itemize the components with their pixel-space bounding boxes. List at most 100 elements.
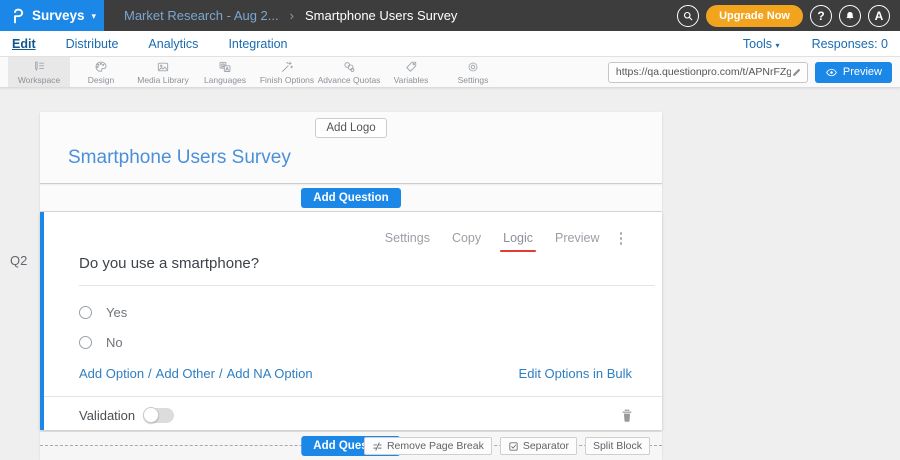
toolbar-item-label: Advance Quotas (318, 75, 381, 85)
add-logo-button[interactable]: Add Logo (315, 118, 386, 138)
edit-pencil-icon[interactable] (791, 67, 802, 78)
breadcrumb: Market Research - Aug 2... › Smartphone … (124, 8, 457, 23)
toolbar-item-advance-quotas[interactable]: Advance Quotas (318, 57, 380, 87)
tab-analytics[interactable]: Analytics (148, 37, 198, 51)
tag-icon (404, 60, 418, 74)
help-button[interactable]: ? (810, 5, 832, 27)
survey-nav-links: Edit Distribute Analytics Integration (12, 37, 288, 51)
toolbar-right: Preview (608, 57, 900, 87)
question-tab-copy[interactable]: Copy (452, 231, 481, 245)
toolbar-item-label: Languages (204, 75, 246, 85)
remove-page-break-label: Remove Page Break (387, 440, 484, 452)
remove-page-break-button[interactable]: Remove Page Break (364, 437, 492, 455)
gear-icon (466, 60, 480, 74)
page-break-strip: Add Question Remove Page Break (40, 432, 662, 460)
question-tabs: Settings Copy Logic Preview (44, 212, 662, 247)
topbar-actions: Upgrade Now ? A (677, 5, 900, 27)
magic-wand-icon (280, 60, 294, 74)
separator-label: Separator (523, 440, 569, 452)
validation-toggle[interactable] (144, 408, 174, 423)
search-button[interactable] (677, 5, 699, 27)
toolbar-item-label: Variables (394, 75, 429, 85)
edit-options-in-bulk-link[interactable]: Edit Options in Bulk (519, 366, 632, 381)
separator-button[interactable]: Separator (500, 437, 577, 455)
toolbar-item-design[interactable]: Design (70, 57, 132, 87)
image-icon (156, 60, 170, 74)
survey-url-input[interactable] (616, 66, 791, 78)
trash-icon (620, 408, 634, 424)
product-switcher[interactable]: Surveys ▾ (0, 0, 104, 31)
breadcrumb-current: Smartphone Users Survey (305, 8, 457, 23)
caret-down-icon: ▾ (776, 41, 780, 50)
toolbar-item-variables[interactable]: Variables (380, 57, 442, 87)
toolbar-item-settings[interactable]: Settings (442, 57, 504, 87)
tab-edit[interactable]: Edit (12, 37, 36, 51)
editor-toolbar: Workspace Design Media Library (0, 57, 900, 88)
survey-nav: Edit Distribute Analytics Integration To… (0, 31, 900, 57)
toolbar-item-languages[interactable]: Languages (194, 57, 256, 87)
radio-option-yes[interactable] (79, 306, 92, 319)
survey-canvas: Q2 Add Logo Smartphone Users Survey Add … (0, 88, 900, 460)
toolbar-item-finish-options[interactable]: Finish Options (256, 57, 318, 87)
tools-menu[interactable]: Tools ▾ (743, 37, 780, 51)
eye-icon (825, 66, 838, 79)
survey-nav-right: Tools ▾ Responses: 0 (743, 37, 888, 51)
toolbar-item-workspace[interactable]: Workspace (8, 57, 70, 87)
notifications-button[interactable] (839, 5, 861, 27)
question-tab-settings[interactable]: Settings (385, 231, 430, 245)
add-na-option-link[interactable]: Add NA Option (227, 366, 313, 381)
checkbox-checked-icon (508, 441, 519, 452)
split-block-button[interactable]: Split Block (585, 437, 650, 455)
answer-option-row: Yes (79, 303, 662, 323)
survey-url-box (608, 62, 808, 83)
question-text[interactable]: Do you use a smartphone? (79, 255, 655, 286)
option-label[interactable]: Yes (106, 305, 127, 320)
option-label[interactable]: No (106, 335, 123, 350)
question-number: Q2 (10, 253, 27, 268)
toolbar-item-label: Settings (458, 75, 489, 85)
survey-title[interactable]: Smartphone Users Survey (68, 147, 662, 169)
toolbar-item-label: Design (88, 75, 114, 85)
toolbar-item-media-library[interactable]: Media Library (132, 57, 194, 87)
search-icon (682, 10, 694, 22)
question-tab-logic[interactable]: Logic (503, 231, 533, 245)
tab-integration[interactable]: Integration (228, 37, 287, 51)
validation-label: Validation (79, 408, 135, 423)
question-mark-icon: ? (817, 9, 824, 23)
upgrade-button[interactable]: Upgrade Now (706, 5, 803, 27)
chain-links-icon (342, 60, 356, 74)
split-block-label: Split Block (593, 440, 642, 452)
delete-question-button[interactable] (620, 408, 634, 424)
breadcrumb-parent[interactable]: Market Research - Aug 2... (124, 8, 279, 23)
responses-count[interactable]: Responses: 0 (812, 37, 888, 51)
avatar[interactable]: A (868, 5, 890, 27)
add-question-button-top[interactable]: Add Question (301, 188, 400, 208)
answer-option-row: No (79, 333, 662, 353)
avatar-initial: A (875, 9, 884, 23)
toolbar-item-label: Media Library (137, 75, 189, 85)
add-other-link[interactable]: Add Other (156, 366, 215, 381)
add-question-row-top: Add Question (40, 183, 662, 211)
topbar: Surveys ▾ Market Research - Aug 2... › S… (0, 0, 900, 31)
option-actions-row: Add Option / Add Other / Add NA Option E… (79, 366, 632, 381)
app-root: Surveys ▾ Market Research - Aug 2... › S… (0, 0, 900, 460)
radio-option-no[interactable] (79, 336, 92, 349)
translate-icon (218, 60, 232, 74)
caret-down-icon: ▾ (92, 11, 97, 22)
add-option-link[interactable]: Add Option (79, 366, 144, 381)
tab-distribute[interactable]: Distribute (66, 37, 119, 51)
question-more-menu-icon[interactable] (618, 230, 625, 247)
question-tab-preview[interactable]: Preview (555, 231, 599, 245)
product-menu-label: Surveys (32, 8, 85, 23)
preview-button-label: Preview (843, 66, 882, 78)
question-footer-row: Validation (44, 396, 662, 435)
question-card: Settings Copy Logic Preview Do you use a… (40, 212, 662, 430)
survey-header-card: Add Logo Smartphone Users Survey (40, 112, 662, 183)
link-separator: / (219, 366, 223, 381)
preview-button[interactable]: Preview (815, 62, 892, 83)
page-break-actions: Remove Page Break Separator Split Block (364, 437, 650, 455)
toolbar-item-label: Finish Options (260, 75, 314, 85)
breadcrumb-chevron-icon: › (290, 8, 294, 23)
toggle-knob (143, 407, 159, 423)
toolbar-item-label: Workspace (18, 75, 60, 85)
